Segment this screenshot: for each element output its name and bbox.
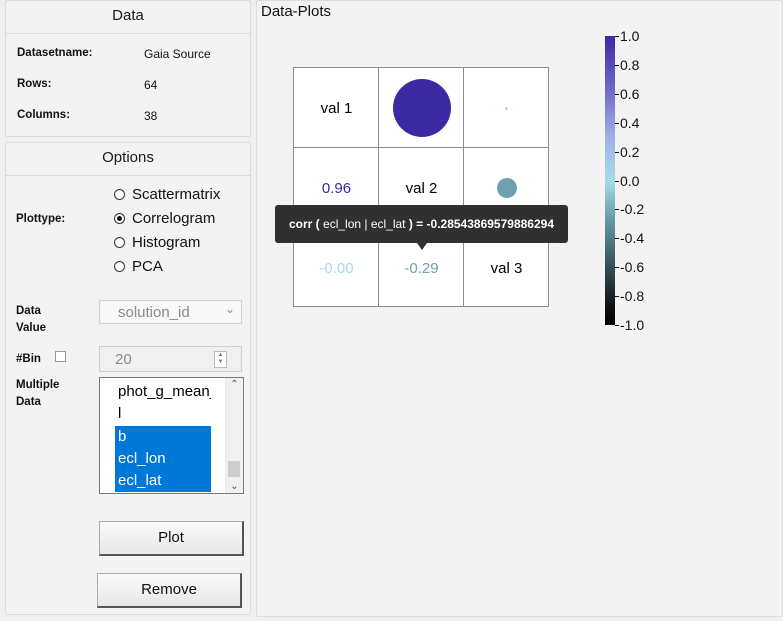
radio-label: Correlogram xyxy=(132,209,216,227)
corr-value: 0.96 xyxy=(321,179,352,197)
colorbar-tick-label: 0.0 xyxy=(620,173,640,189)
colorbar-tick-label: -0.2 xyxy=(620,201,645,217)
multiple-data-label: Multiple Data xyxy=(16,379,60,408)
tooltip-suffix: ) = xyxy=(405,217,427,231)
radio-label: Histogram xyxy=(132,233,201,251)
list-item-selected[interactable]: b xyxy=(115,426,211,448)
corr-value: -0.29 xyxy=(404,259,439,277)
spin-up-icon[interactable]: ▲ xyxy=(215,352,226,359)
colorbar-tick-label: 1.0 xyxy=(620,28,640,44)
scroll-thumb[interactable] xyxy=(228,461,240,477)
radio-scattermatrix[interactable]: Scattermatrix xyxy=(114,184,220,204)
rows-label: Rows: xyxy=(17,78,52,90)
colorbar-tick xyxy=(615,152,619,153)
colorbar-tick-label: 0.8 xyxy=(620,57,640,73)
columns-label: Columns: xyxy=(17,109,71,121)
colorbar-tick-label: -0.4 xyxy=(620,230,645,246)
corr-cell-1-2[interactable] xyxy=(379,68,464,148)
tooltip-arrow xyxy=(417,243,427,250)
tooltip-pair: ecl_lon | ecl_lat xyxy=(323,217,406,231)
colorbar-tick-label: -0.6 xyxy=(620,259,645,275)
columns-value: 38 xyxy=(144,109,158,123)
multiple-data-list[interactable]: phot_g_mean_mag l b ecl_lon ecl_lat ⌃ ⌄ xyxy=(99,377,244,494)
spin-arrows[interactable]: ▲ ▼ xyxy=(214,351,227,368)
bin-value: 20 xyxy=(115,351,132,368)
scroll-up-icon[interactable]: ⌃ xyxy=(226,379,243,390)
colorbar-tick xyxy=(615,267,619,268)
colorbar-tick-label: -1.0 xyxy=(620,317,645,333)
bin-label: #Bin xyxy=(16,353,41,365)
chevron-down-icon: ⌄ xyxy=(224,302,235,316)
colorbar-tick xyxy=(615,209,619,210)
options-panel-title: Options xyxy=(102,149,154,166)
data-panel-title: Data xyxy=(112,7,144,24)
divider xyxy=(6,175,250,176)
data-panel: Data Datasetname: Gaia Source Rows: 64 C… xyxy=(5,0,251,137)
radio-label: Scattermatrix xyxy=(132,185,221,203)
list-scrollbar[interactable]: ⌃ ⌄ xyxy=(225,378,243,493)
bin-checkbox[interactable] xyxy=(55,351,66,362)
divider xyxy=(6,33,250,34)
bin-spinbox[interactable]: 20 ▲ ▼ xyxy=(99,346,242,372)
list-item[interactable]: l xyxy=(115,403,211,425)
colorbar-tick-label: 0.2 xyxy=(620,144,640,160)
corr-dot-2-3[interactable] xyxy=(496,178,517,198)
corr-cell-1-3[interactable] xyxy=(464,68,549,148)
colorbar-tick xyxy=(615,65,619,66)
datasetname-label: Datasetname: xyxy=(17,47,93,59)
colorbar-tick xyxy=(615,94,619,95)
colorbar-tick-label: 0.6 xyxy=(620,86,640,102)
tooltip-value: -0.28543869579886294 xyxy=(426,217,554,231)
spin-down-icon[interactable]: ▼ xyxy=(215,359,226,366)
radio-circle xyxy=(114,236,125,248)
diag-cell-1: val 1 xyxy=(294,68,379,148)
colorbar-tick xyxy=(615,36,619,37)
radio-histogram[interactable]: Histogram xyxy=(114,232,200,252)
colorbar-tick-label: -0.8 xyxy=(620,288,645,304)
radio-circle-selected xyxy=(114,212,125,224)
colorbar-tick xyxy=(615,325,619,326)
radio-correlogram[interactable]: Correlogram xyxy=(114,208,215,228)
corr-dot-1-2[interactable] xyxy=(392,79,451,137)
data-value-dropdown[interactable]: solution_id ⌄ xyxy=(99,300,242,324)
radio-circle xyxy=(114,260,125,272)
list-item-selected[interactable]: ecl_lon xyxy=(115,448,211,470)
colorbar-tick xyxy=(615,123,619,124)
corr-value: -0.00 xyxy=(319,259,354,277)
plot-button[interactable]: Plot xyxy=(99,521,244,556)
plot-panel-title: Data-Plots xyxy=(261,3,332,20)
radio-label: PCA xyxy=(132,257,163,275)
radio-circle xyxy=(114,188,125,200)
scroll-down-icon[interactable]: ⌄ xyxy=(226,481,243,492)
rows-value: 64 xyxy=(144,78,158,92)
data-value-label: Data Value xyxy=(16,305,47,334)
corr-dot-1-3[interactable] xyxy=(505,106,508,110)
correlogram-grid: val 1 0.96 val 2 -0.00 -0.29 val 3 xyxy=(293,67,549,307)
colorbar xyxy=(605,36,615,325)
correlation-tooltip: corr ( ecl_lon | ecl_lat ) = -0.28543869… xyxy=(275,205,568,243)
list-item[interactable]: phot_g_mean_mag xyxy=(115,381,211,403)
tooltip-prefix: corr ( xyxy=(289,217,324,231)
diag-label: val 2 xyxy=(405,179,438,197)
diag-label: val 3 xyxy=(490,259,523,277)
colorbar-tick xyxy=(615,238,619,239)
colorbar-tick xyxy=(615,181,619,182)
datasetname-value: Gaia Source xyxy=(144,47,211,61)
list-item-selected[interactable]: ecl_lat xyxy=(115,470,211,492)
diag-label: val 1 xyxy=(320,99,353,117)
remove-button[interactable]: Remove xyxy=(97,573,242,608)
colorbar-tick xyxy=(615,296,619,297)
radio-pca[interactable]: PCA xyxy=(114,256,163,276)
data-value-selected: solution_id xyxy=(118,304,190,321)
plottype-label: Plottype: xyxy=(16,213,66,225)
colorbar-tick-label: 0.4 xyxy=(620,115,640,131)
